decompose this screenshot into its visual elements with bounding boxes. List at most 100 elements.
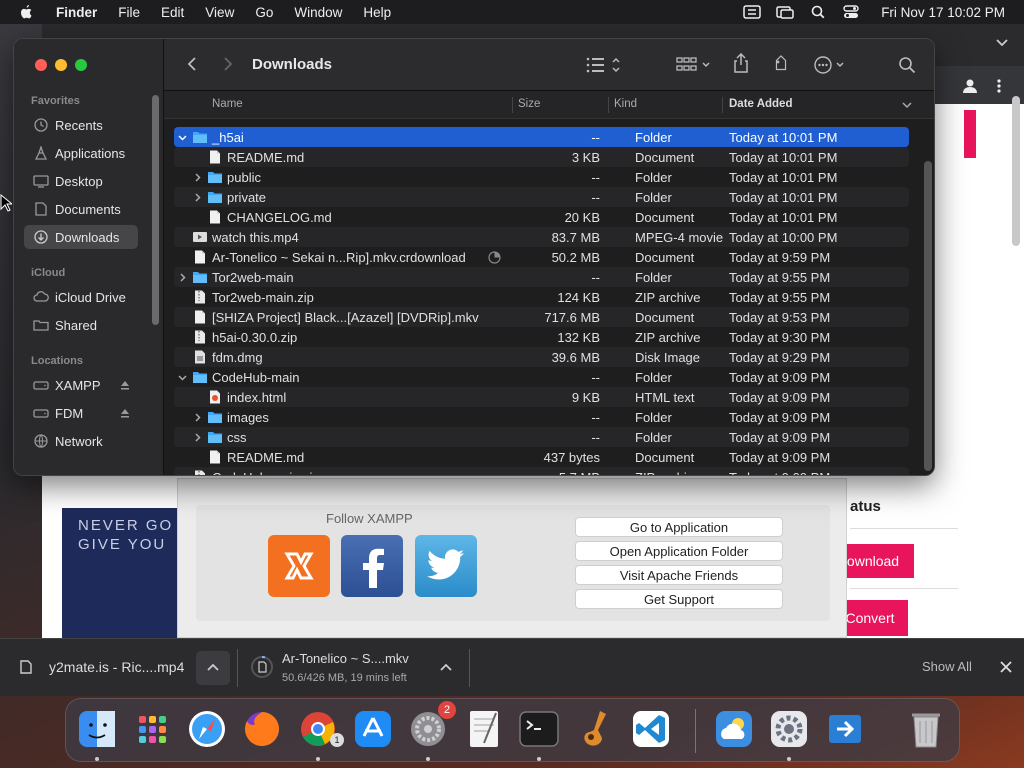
- forward-icon[interactable]: [222, 56, 234, 72]
- chevron-up-icon[interactable]: [440, 663, 452, 673]
- control-center-icon[interactable]: [842, 5, 860, 19]
- file-list-scrollbar[interactable]: [924, 161, 932, 471]
- file-row[interactable]: _h5ai -- Folder Today at 10:01 PM: [174, 127, 909, 147]
- sidebar-item-shared[interactable]: Shared: [24, 313, 138, 337]
- eject-icon[interactable]: [120, 380, 130, 390]
- disclosure-open-icon[interactable]: [178, 373, 187, 382]
- file-row[interactable]: CHANGELOG.md 20 KB Document Today at 10:01 …: [174, 207, 909, 227]
- more-actions-icon[interactable]: [813, 55, 847, 75]
- more-menu-icon[interactable]: [996, 78, 1002, 94]
- sidebar-item-desktop[interactable]: Desktop: [24, 169, 138, 193]
- xampp-logo-icon[interactable]: [268, 535, 330, 597]
- column-date-added[interactable]: Date Added: [729, 98, 792, 110]
- disclosure-closed-icon[interactable]: [193, 432, 202, 442]
- menu-go[interactable]: Go: [255, 5, 273, 20]
- spotlight-search-icon[interactable]: [809, 5, 827, 19]
- vscode-icon[interactable]: [629, 707, 673, 751]
- chrome-icon[interactable]: 1: [296, 707, 344, 751]
- sidebar-item-recents[interactable]: Recents: [24, 113, 138, 137]
- download-item[interactable]: y2mate.is - Ric....mp4: [20, 659, 184, 675]
- screen-mirror-icon[interactable]: [743, 5, 761, 19]
- get-support-button[interactable]: Get Support: [575, 589, 783, 609]
- column-divider[interactable]: [722, 97, 723, 113]
- menu-clock[interactable]: Fri Nov 17 10:02 PM: [881, 5, 1005, 20]
- firefox-icon[interactable]: [240, 707, 284, 751]
- menu-app-name[interactable]: Finder: [56, 5, 97, 20]
- close-icon[interactable]: [1000, 661, 1012, 673]
- file-row[interactable]: fdm.dmg 39.6 MB Disk Image Today at 9:29 PM: [174, 347, 909, 367]
- share-icon[interactable]: [733, 53, 749, 73]
- terminal-icon[interactable]: [517, 707, 561, 751]
- download-item-name[interactable]: Ar-Tonelico ~ S....mkv: [282, 651, 409, 666]
- weather-icon[interactable]: [712, 707, 756, 751]
- file-row[interactable]: private -- Folder Today at 10:01 PM: [174, 187, 909, 207]
- sort-descending-icon[interactable]: [902, 101, 912, 109]
- system-preferences-icon[interactable]: 2: [406, 701, 456, 751]
- chevron-down-icon[interactable]: [996, 38, 1008, 48]
- column-divider[interactable]: [608, 97, 609, 113]
- disclosure-closed-icon[interactable]: [193, 412, 202, 422]
- show-all-link[interactable]: Show All: [922, 659, 972, 674]
- profile-icon[interactable]: [962, 78, 978, 94]
- disclosure-open-icon[interactable]: [178, 133, 187, 142]
- column-size[interactable]: Size: [518, 98, 540, 110]
- file-row[interactable]: Ar-Tonelico ~ Sekai n...Rip].mkv.crdownl…: [174, 247, 909, 267]
- sidebar-item-xampp[interactable]: XAMPP: [24, 373, 138, 397]
- disclosure-closed-icon[interactable]: [193, 172, 202, 182]
- eject-icon[interactable]: [120, 408, 130, 418]
- disclosure-closed-icon[interactable]: [193, 192, 202, 202]
- textedit-icon[interactable]: [462, 707, 506, 751]
- menu-help[interactable]: Help: [363, 5, 391, 20]
- menu-view[interactable]: View: [205, 5, 234, 20]
- file-row[interactable]: [SHIZA Project] Black...[Azazel] [DVDRip…: [174, 307, 909, 327]
- disclosure-closed-icon[interactable]: [178, 272, 187, 282]
- app-store-icon[interactable]: [351, 707, 395, 751]
- file-row[interactable]: CodeHub-main -- Folder Today at 9:09 PM: [174, 367, 909, 387]
- zoom-window-button[interactable]: [75, 59, 87, 71]
- garageband-icon[interactable]: [572, 707, 616, 751]
- settings-gear-icon[interactable]: [767, 707, 811, 751]
- finder-icon[interactable]: [75, 707, 119, 751]
- apple-logo-icon[interactable]: [18, 4, 34, 20]
- file-row[interactable]: h5ai-0.30.0.zip 132 KB ZIP archive Today at…: [174, 327, 909, 347]
- file-row[interactable]: README.md 437 bytes Document Today at 9:09 …: [174, 447, 909, 467]
- open-application-folder-button[interactable]: Open Application Folder: [575, 541, 783, 561]
- search-icon[interactable]: [898, 56, 916, 74]
- back-icon[interactable]: [186, 56, 198, 72]
- migration-icon[interactable]: [823, 707, 867, 751]
- menu-edit[interactable]: Edit: [161, 5, 184, 20]
- safari-icon[interactable]: [185, 707, 229, 751]
- page-scrollbar[interactable]: [1012, 96, 1020, 246]
- menu-window[interactable]: Window: [294, 5, 342, 20]
- file-row[interactable]: Tor2web-main -- Folder Today at 9:55 PM: [174, 267, 909, 287]
- visit-apache-friends-button[interactable]: Visit Apache Friends: [575, 565, 783, 585]
- launchpad-icon[interactable]: [130, 707, 174, 751]
- list-view-icon[interactable]: [586, 56, 624, 74]
- column-name[interactable]: Name: [212, 98, 243, 110]
- group-view-icon[interactable]: [676, 56, 712, 74]
- sidebar-item-documents[interactable]: Documents: [24, 197, 138, 221]
- display-icon[interactable]: [776, 5, 794, 19]
- sidebar-scrollbar[interactable]: [152, 95, 159, 325]
- file-row[interactable]: public -- Folder Today at 10:01 PM: [174, 167, 909, 187]
- file-row[interactable]: images -- Folder Today at 9:09 PM: [174, 407, 909, 427]
- sidebar-item-icloud-drive[interactable]: iCloud Drive: [24, 285, 138, 309]
- menu-file[interactable]: File: [118, 5, 140, 20]
- file-row[interactable]: Tor2web-main.zip 124 KB ZIP archive Today a…: [174, 287, 909, 307]
- close-window-button[interactable]: [35, 59, 47, 71]
- tag-icon[interactable]: [771, 55, 791, 75]
- column-divider[interactable]: [512, 97, 513, 113]
- file-row[interactable]: css -- Folder Today at 9:09 PM: [174, 427, 909, 447]
- facebook-icon[interactable]: [341, 535, 403, 597]
- download-options-button[interactable]: [196, 651, 230, 685]
- sidebar-item-network[interactable]: Network: [24, 429, 138, 453]
- trash-icon[interactable]: [904, 707, 948, 751]
- file-row[interactable]: index.html 9 KB HTML text Today at 9:09 PM: [174, 387, 909, 407]
- go-to-application-button[interactable]: Go to Application: [575, 517, 783, 537]
- sidebar-item-downloads[interactable]: Downloads: [24, 225, 138, 249]
- column-kind[interactable]: Kind: [614, 98, 637, 110]
- file-row[interactable]: CodeHub-main.zip 5.7 MB ZIP archive Today a…: [174, 467, 909, 475]
- file-row[interactable]: README.md 3 KB Document Today at 10:01 PM: [174, 147, 909, 167]
- minimize-window-button[interactable]: [55, 59, 67, 71]
- twitter-icon[interactable]: [415, 535, 477, 597]
